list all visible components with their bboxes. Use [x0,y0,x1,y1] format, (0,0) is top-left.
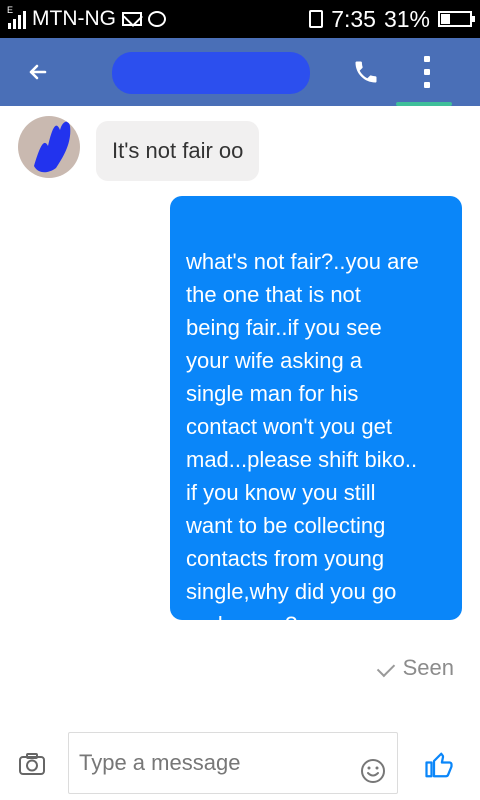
contact-name-redacted[interactable] [112,52,310,94]
emoji-button[interactable] [360,758,386,784]
network-type: E [7,5,14,15]
emoji-icon [361,759,385,783]
back-button[interactable] [26,60,50,84]
thumbs-up-icon [425,752,453,778]
signal-icon: E [7,5,26,29]
seen-label: Seen [402,655,454,680]
carrier-name: MTN-NG [32,7,116,30]
message-input[interactable]: Type a message [68,732,398,794]
mail-icon [121,12,142,26]
battery-percent: 31% [383,5,430,32]
battery-icon [438,11,475,27]
incoming-message-text: It's not fair oo [112,138,244,163]
call-button[interactable] [352,58,380,86]
avatar-scribble [34,121,71,173]
status-left: E MTN-NG [7,5,166,31]
like-button[interactable] [424,750,454,780]
checkmark-icon [379,660,395,676]
more-vertical-icon [424,56,430,62]
status-bar: E MTN-NG 7:35 31% [0,0,480,38]
incoming-message-bubble[interactable]: It's not fair oo [96,121,260,181]
conversation-header [0,38,480,106]
clock: 7:35 [331,5,376,32]
header-accent-line [396,102,452,106]
message-composer: Type a message [0,720,480,800]
vibrate-icon [309,10,324,28]
outgoing-message-bubble[interactable]: what's not fair?..you are the one that i… [170,196,462,637]
phone-call-icon [355,61,377,83]
avatar[interactable] [18,116,80,178]
chat-notification-icon [147,11,166,27]
message-placeholder: Type a message [79,750,241,775]
camera-icon [19,753,45,775]
seen-indicator: Seen [379,655,454,681]
arrow-left-icon [29,64,47,80]
camera-button[interactable] [18,752,46,776]
outgoing-message-text: what's not fair?..you are the one that i… [186,249,419,637]
more-options-button[interactable] [418,56,436,88]
status-right: 7:35 31% [309,5,475,33]
